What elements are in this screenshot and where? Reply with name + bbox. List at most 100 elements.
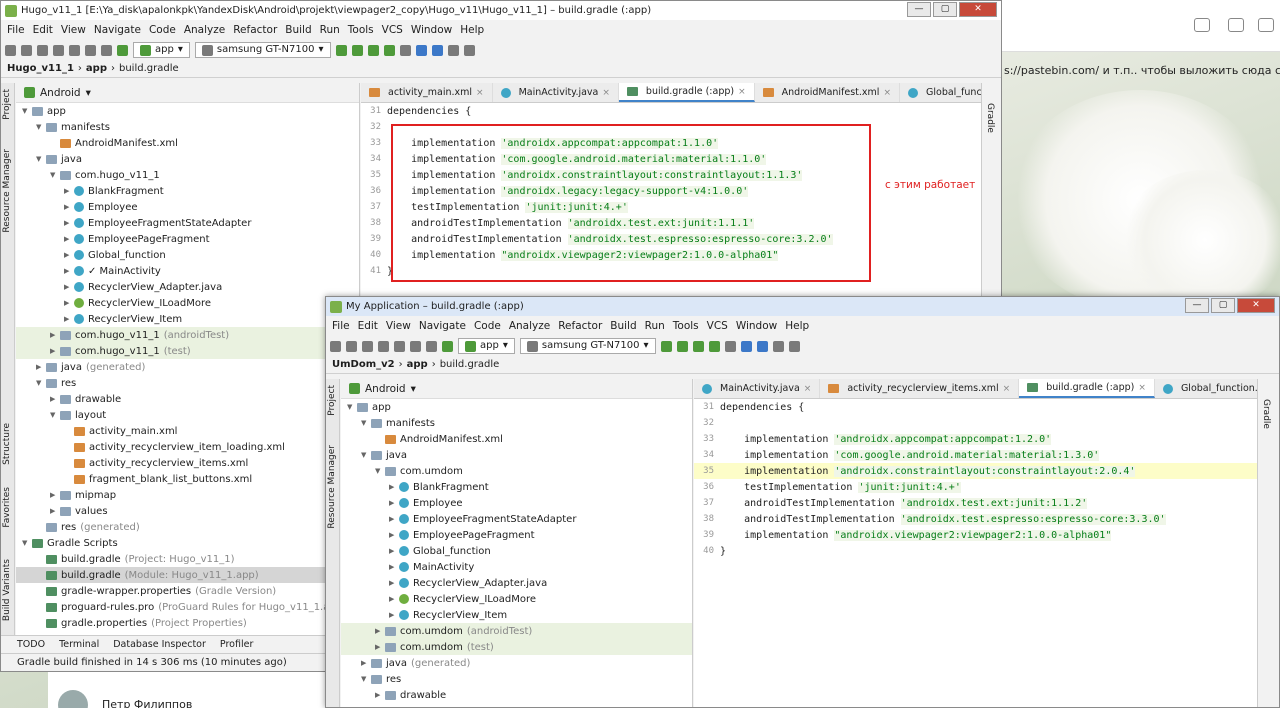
open-folder-icon[interactable]: [5, 44, 16, 56]
close-icon[interactable]: ×: [883, 88, 891, 98]
menu-item-edit[interactable]: Edit: [29, 24, 57, 36]
tree-item[interactable]: ▶ EmployeeFragmentStateAdapter: [16, 215, 359, 231]
menu-item-help[interactable]: Help: [456, 24, 488, 36]
apply-changes-icon[interactable]: [351, 44, 363, 56]
expand-arrow-icon[interactable]: ▶: [50, 395, 60, 403]
undo-icon[interactable]: [21, 44, 32, 56]
expand-arrow-icon[interactable]: ▶: [389, 595, 399, 603]
tree-item[interactable]: ▶ Employee: [341, 495, 692, 511]
editor-tab[interactable]: build.gradle (:app) ×: [1019, 379, 1155, 398]
expand-arrow-icon[interactable]: ▶: [389, 499, 399, 507]
redo-icon[interactable]: [37, 44, 48, 56]
tree-item[interactable]: ▶ java (generated): [341, 655, 692, 671]
expand-arrow-icon[interactable]: ▼: [347, 403, 357, 411]
editor-tab[interactable]: AndroidManifest.xml ×: [755, 83, 900, 102]
menu-item-vcs[interactable]: VCS: [378, 24, 407, 36]
breadcrumb-project[interactable]: UmDom_v2: [332, 359, 395, 370]
tree-item[interactable]: ▼ manifests: [341, 415, 692, 431]
tree-item[interactable]: ▶ EmployeeFragmentStateAdapter: [341, 511, 692, 527]
tree-item[interactable]: ▶ com.hugo_v11_1 (test): [16, 343, 359, 359]
save-icon[interactable]: [378, 340, 389, 352]
run-icon[interactable]: [335, 44, 347, 56]
device-select[interactable]: samsung GT-N7100 ▾: [519, 338, 656, 354]
expand-arrow-icon[interactable]: ▶: [375, 643, 385, 651]
editor-tab[interactable]: activity_recyclerview_items.xml ×: [820, 379, 1020, 398]
tree-item[interactable]: activity_recyclerview_items.xml: [16, 455, 359, 471]
chevron-down-icon[interactable]: ▾: [411, 383, 416, 395]
tree-item[interactable]: ▼ com.umdom: [341, 463, 692, 479]
sdk-manager-icon[interactable]: [431, 44, 443, 56]
menu-item-analyze[interactable]: Analyze: [180, 24, 229, 36]
tree-item[interactable]: build.gradle (Project: Hugo_v11_1): [16, 551, 359, 567]
tree-item[interactable]: ▼ java: [16, 151, 359, 167]
expand-arrow-icon[interactable]: ▶: [64, 267, 74, 275]
close-icon[interactable]: ×: [1138, 383, 1146, 393]
layout-inspector-icon[interactable]: [772, 340, 784, 352]
expand-arrow-icon[interactable]: ▼: [22, 539, 32, 547]
tree-item[interactable]: activity_main.xml: [16, 423, 359, 439]
tree-item[interactable]: ▶ drawable: [16, 391, 359, 407]
sync-icon[interactable]: [69, 44, 80, 56]
editor-tab[interactable]: activity_main.xml ×: [361, 83, 493, 102]
expand-arrow-icon[interactable]: ▼: [36, 155, 46, 163]
profile-icon[interactable]: [383, 44, 395, 56]
menu-item-navigate[interactable]: Navigate: [415, 320, 470, 332]
open-folder-icon[interactable]: [330, 340, 341, 352]
tree-item[interactable]: gradle-wrapper.properties (Gradle Version…: [16, 583, 359, 599]
contact-name[interactable]: Петр Филиппов: [102, 698, 192, 708]
tree-item[interactable]: ▶ ✓ MainActivity: [16, 263, 359, 279]
run-icon[interactable]: [660, 340, 672, 352]
menu-item-code[interactable]: Code: [470, 320, 505, 332]
tree-item[interactable]: ▶ com.umdom (test): [341, 639, 692, 655]
menu-item-run[interactable]: Run: [316, 24, 344, 36]
tool-window-profiler[interactable]: Profiler: [220, 639, 253, 650]
tree-item[interactable]: ▶ EmployeePageFragment: [341, 527, 692, 543]
expand-arrow-icon[interactable]: ▼: [361, 419, 371, 427]
resource-manager-tool-tab[interactable]: Resource Manager: [327, 445, 337, 529]
close-icon[interactable]: ×: [1003, 384, 1011, 394]
menu-item-vcs[interactable]: VCS: [703, 320, 732, 332]
expand-arrow-icon[interactable]: ▶: [50, 347, 60, 355]
close-icon[interactable]: ×: [804, 384, 812, 394]
expand-arrow-icon[interactable]: ▶: [64, 187, 74, 195]
expand-arrow-icon[interactable]: ▶: [50, 331, 60, 339]
tree-item[interactable]: ▶ Global_function: [341, 543, 692, 559]
expand-arrow-icon[interactable]: ▼: [50, 171, 60, 179]
maximize-button[interactable]: ▢: [933, 2, 957, 17]
menu-item-file[interactable]: File: [3, 24, 29, 36]
gradle-tool-tab[interactable]: Gradle: [985, 103, 995, 133]
project-tool-tab[interactable]: Project: [327, 385, 337, 416]
close-icon[interactable]: ×: [738, 87, 746, 97]
tool-window-todo[interactable]: TODO: [17, 639, 45, 650]
expand-arrow-icon[interactable]: ▼: [375, 467, 385, 475]
expand-arrow-icon[interactable]: ▶: [64, 219, 74, 227]
maximize-button[interactable]: ▢: [1211, 298, 1235, 313]
expand-arrow-icon[interactable]: ▼: [361, 675, 371, 683]
minimize-button[interactable]: —: [907, 2, 931, 17]
tree-item[interactable]: build.gradle (Module: Hugo_v11_1.app): [16, 567, 359, 583]
breadcrumb-file[interactable]: build.gradle: [119, 63, 179, 74]
search-icon[interactable]: [463, 44, 475, 56]
menu-item-run[interactable]: Run: [641, 320, 669, 332]
back-icon[interactable]: [410, 340, 421, 352]
breadcrumb-module[interactable]: app: [407, 359, 428, 370]
editor-tab[interactable]: MainActivity.java ×: [493, 83, 619, 102]
tree-item[interactable]: ▶ RecyclerView_Adapter.java: [341, 575, 692, 591]
tree-item[interactable]: ▶ values: [16, 503, 359, 519]
breadcrumb-module[interactable]: app: [86, 63, 107, 74]
expand-arrow-icon[interactable]: ▼: [36, 123, 46, 131]
expand-arrow-icon[interactable]: ▶: [36, 363, 46, 371]
editor-tab[interactable]: Global_function.java×: [1155, 379, 1257, 398]
expand-arrow-icon[interactable]: ▶: [64, 203, 74, 211]
menu-item-edit[interactable]: Edit: [354, 320, 382, 332]
expand-arrow-icon[interactable]: ▶: [389, 547, 399, 555]
stop-icon[interactable]: [724, 340, 736, 352]
tree-item[interactable]: ▶ Global_function: [16, 247, 359, 263]
close-button[interactable]: ✕: [1237, 298, 1275, 313]
close-icon[interactable]: ×: [602, 88, 610, 98]
chat-icon[interactable]: [1228, 18, 1244, 32]
close-button[interactable]: ✕: [959, 2, 997, 17]
expand-arrow-icon[interactable]: ▶: [389, 483, 399, 491]
avd-manager-icon[interactable]: [415, 44, 427, 56]
expand-arrow-icon[interactable]: ▼: [361, 451, 371, 459]
